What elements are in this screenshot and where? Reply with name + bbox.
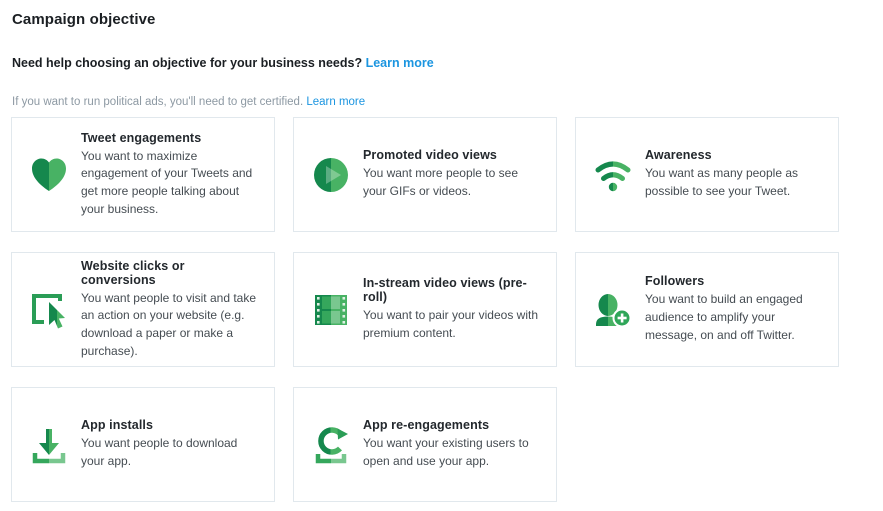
person-add-icon (593, 290, 633, 330)
card-text: Promoted video views You want more peopl… (363, 148, 542, 201)
objective-card-in-stream-video-views[interactable]: In-stream video views (pre-roll) You wan… (293, 252, 557, 367)
card-title: In-stream video views (pre-roll) (363, 276, 542, 304)
refresh-tray-icon (311, 425, 351, 465)
card-text: Awareness You want as many people as pos… (645, 148, 824, 201)
objective-card-followers[interactable]: Followers You want to build an engaged a… (575, 252, 839, 367)
card-title: App re-engagements (363, 418, 542, 432)
objective-card-website-clicks[interactable]: Website clicks or conversions You want p… (11, 252, 275, 367)
card-text: App installs You want people to download… (81, 418, 260, 471)
card-title: Promoted video views (363, 148, 542, 162)
objective-cards-grid: Tweet engagements You want to maximize e… (11, 117, 839, 502)
cursor-click-icon (29, 290, 69, 330)
card-title: App installs (81, 418, 260, 432)
political-ads-text: If you want to run political ads, you'll… (12, 96, 303, 108)
wifi-signal-icon (593, 155, 633, 195)
heart-icon (29, 155, 69, 195)
card-title: Tweet engagements (81, 131, 260, 145)
card-title: Website clicks or conversions (81, 259, 260, 287)
card-description: You want to pair your videos with premiu… (363, 307, 542, 343)
objective-card-awareness[interactable]: Awareness You want as many people as pos… (575, 117, 839, 232)
political-ads-notice: If you want to run political ads, you'll… (12, 96, 365, 108)
political-learn-more-link[interactable]: Learn more (306, 96, 365, 108)
card-title: Awareness (645, 148, 824, 162)
objective-card-promoted-video-views[interactable]: Promoted video views You want more peopl… (293, 117, 557, 232)
card-description: You want to build an engaged audience to… (645, 291, 824, 344)
objective-card-app-installs[interactable]: App installs You want people to download… (11, 387, 275, 502)
card-description: You want as many people as possible to s… (645, 165, 824, 201)
card-description: You want to maximize engagement of your … (81, 148, 260, 219)
card-text: Followers You want to build an engaged a… (645, 274, 824, 344)
card-description: You want your existing users to open and… (363, 435, 542, 471)
card-text: Tweet engagements You want to maximize e… (81, 131, 260, 219)
card-text: Website clicks or conversions You want p… (81, 259, 260, 361)
campaign-objective-page: Campaign objective Need help choosing an… (0, 0, 883, 511)
card-description: You want people to download your app. (81, 435, 260, 471)
help-question: Need help choosing an objective for your… (12, 56, 434, 70)
card-description: You want people to visit and take an act… (81, 290, 260, 361)
play-circle-icon (311, 155, 351, 195)
page-title: Campaign objective (12, 11, 156, 28)
help-question-text: Need help choosing an objective for your… (12, 56, 362, 70)
card-description: You want more people to see your GIFs or… (363, 165, 542, 201)
film-strip-icon (311, 290, 351, 330)
card-title: Followers (645, 274, 824, 288)
help-learn-more-link[interactable]: Learn more (366, 56, 434, 70)
objective-card-tweet-engagements[interactable]: Tweet engagements You want to maximize e… (11, 117, 275, 232)
download-tray-icon (29, 425, 69, 465)
card-text: App re-engagements You want your existin… (363, 418, 542, 471)
objective-card-app-re-engagements[interactable]: App re-engagements You want your existin… (293, 387, 557, 502)
card-text: In-stream video views (pre-roll) You wan… (363, 276, 542, 343)
